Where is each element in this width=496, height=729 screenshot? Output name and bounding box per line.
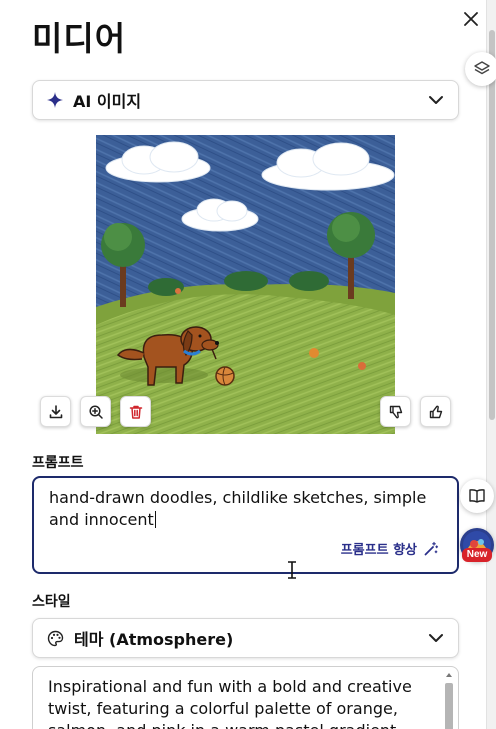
new-badge: New xyxy=(462,548,492,562)
close-icon xyxy=(464,12,478,26)
prompt-text-wrap: hand-drawn doodles, childlike sketches, … xyxy=(49,487,449,531)
text-caret xyxy=(154,511,156,528)
dislike-button[interactable] xyxy=(380,396,411,427)
chevron-down-icon xyxy=(428,95,444,105)
thumbs-up-icon xyxy=(429,405,442,418)
style-description: Inspirational and fun with a bold and cr… xyxy=(48,677,412,729)
enhance-prompt-button[interactable]: 프롬프트 향상 xyxy=(341,539,439,558)
trash-icon xyxy=(129,405,142,419)
media-panel: 미디어 AI 이미지 프롬프트 hand-drawn doodles, chil… xyxy=(0,0,486,729)
panel-scrollbar[interactable] xyxy=(486,0,496,729)
style-label: 스타일 xyxy=(32,594,71,610)
media-type-label: AI 이미지 xyxy=(73,92,142,111)
sparkle-icon xyxy=(47,92,63,108)
panel-title: 미디어 xyxy=(32,19,127,58)
delete-button[interactable] xyxy=(120,396,151,427)
panel-scrollbar-thumb[interactable] xyxy=(489,30,495,420)
download-icon xyxy=(49,404,62,418)
enhance-prompt-label: 프롬프트 향상 xyxy=(340,543,417,558)
like-button[interactable] xyxy=(420,396,451,427)
prompt-value: hand-drawn doodles, childlike sketches, … xyxy=(49,488,427,529)
close-button[interactable] xyxy=(460,8,482,30)
media-type-dropdown[interactable]: AI 이미지 xyxy=(32,80,459,120)
prompt-input[interactable]: hand-drawn doodles, childlike sketches, … xyxy=(32,476,459,574)
style-description-box[interactable]: Inspirational and fun with a bold and cr… xyxy=(32,666,459,729)
palette-icon xyxy=(47,630,64,646)
chevron-down-icon xyxy=(428,633,444,643)
text-cursor-icon xyxy=(288,561,296,579)
zoom-in-icon xyxy=(88,404,103,419)
download-button[interactable] xyxy=(40,396,71,427)
prompt-label: 프롬프트 xyxy=(32,455,84,471)
zoom-button[interactable] xyxy=(80,396,111,427)
thumbs-down-icon xyxy=(389,405,402,418)
guide-book-button[interactable] xyxy=(460,479,494,513)
style-dropdown[interactable]: 테마 (Atmosphere) xyxy=(32,618,459,658)
description-scrollbar[interactable] xyxy=(442,669,456,729)
layers-icon xyxy=(474,61,490,75)
generated-image xyxy=(96,135,395,434)
style-selected-label: 테마 (Atmosphere) xyxy=(74,630,234,649)
open-book-icon xyxy=(469,489,485,503)
layers-button[interactable] xyxy=(465,52,496,86)
magic-wand-icon xyxy=(424,541,439,555)
